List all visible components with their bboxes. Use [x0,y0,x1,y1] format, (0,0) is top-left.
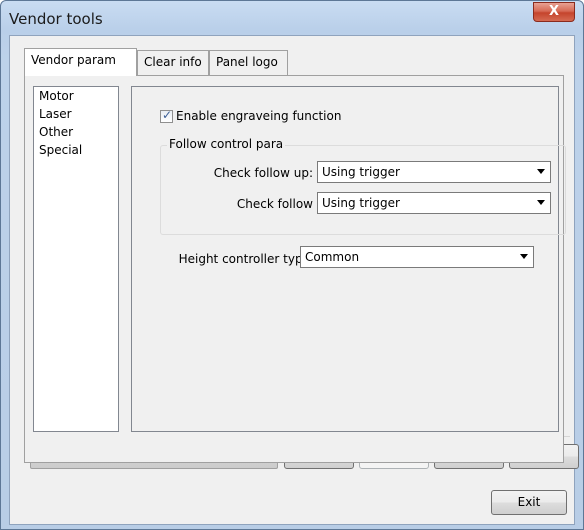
height-controller-select[interactable]: Common [300,246,534,268]
close-button[interactable]: X [533,2,575,22]
close-icon: X [548,4,560,19]
list-item-motor[interactable]: Motor [34,87,118,105]
dialog-client-area: Vendor param Clear info Panel logo Motor… [9,35,579,525]
tab-panel-logo[interactable]: Panel logo [209,50,288,75]
select-value: Using trigger [322,196,400,210]
title-bar[interactable]: Vendor tools X [1,1,583,35]
select-value: Common [305,250,360,264]
tab-clear-info[interactable]: Clear info [137,50,209,75]
list-item-laser[interactable]: Laser [34,105,118,123]
chevron-down-icon [520,254,528,259]
height-controller-label: Height controller type: [178,252,314,266]
chevron-down-icon [537,169,545,174]
category-list[interactable]: Motor Laser Other Special [33,86,119,432]
check-follow-up-label: Check follow up: [213,166,313,180]
group-title: Follow control para [167,137,286,151]
tab-label: Vendor param [31,53,116,67]
vendor-param-panel: Motor Laser Other Special ✓ Enable engra… [24,75,566,463]
vendor-tools-window: Vendor tools X Vendor param Clear info P… [0,0,584,530]
tab-label: Panel logo [216,55,278,69]
tab-vendor-param[interactable]: Vendor param [24,48,137,76]
check-follow-up-select[interactable]: Using trigger [317,161,551,183]
list-item-special[interactable]: Special [34,141,118,159]
check-follow-select[interactable]: Using trigger [317,192,551,214]
check-icon: ✓ [162,107,173,122]
select-value: Using trigger [322,165,400,179]
follow-control-group: Follow control para Check follow up: Usi… [160,137,566,235]
exit-button[interactable]: Exit [491,490,567,515]
settings-panel: ✓ Enable engraveing function Follow cont… [131,86,566,432]
window-title: Vendor tools [9,10,103,28]
enable-engraving-label: Enable engraveing function [176,109,342,123]
check-follow-label: Check follow [236,197,313,211]
list-item-other[interactable]: Other [34,123,118,141]
enable-engraving-checkbox-row[interactable]: ✓ Enable engraveing function [160,108,341,124]
enable-engraving-checkbox[interactable]: ✓ [160,107,173,123]
chevron-down-icon [537,200,545,205]
tab-label: Clear info [144,55,202,69]
